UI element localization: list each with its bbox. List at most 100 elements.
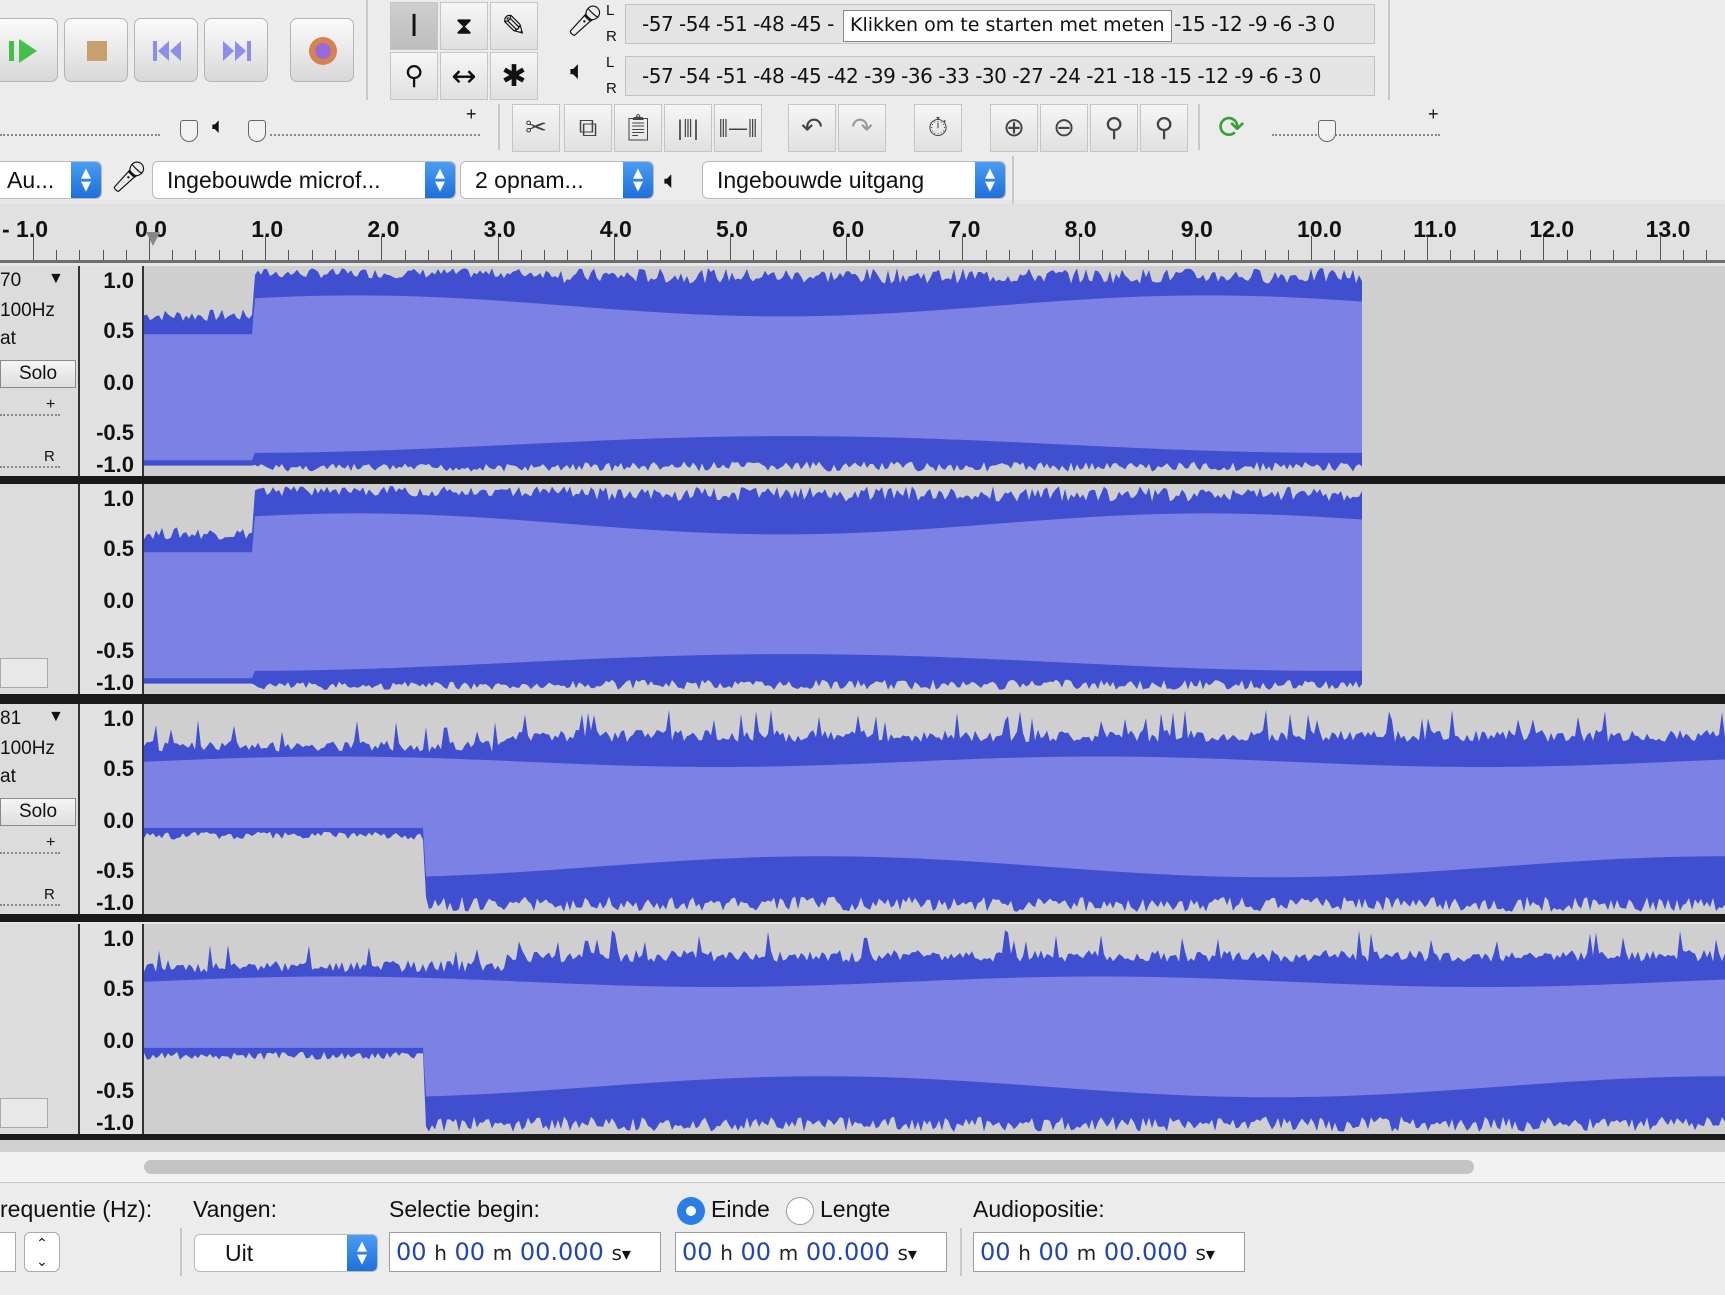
playback-volume-slider[interactable] (248, 120, 266, 142)
ruler-minor-tick (590, 250, 592, 260)
speed-slider[interactable] (1318, 120, 1336, 142)
ruler-minor-tick (1148, 250, 1150, 260)
ruler-label: 1.0 (251, 216, 284, 242)
solo-button[interactable]: Solo (0, 798, 76, 826)
fit-project-button[interactable]: ⚲ (1140, 104, 1188, 152)
waveform-channel[interactable] (144, 704, 1725, 914)
track-control-panel-lower[interactable] (0, 924, 78, 1134)
zoom-selection-icon: ⚲ (1104, 113, 1124, 143)
amplitude-label: -0.5 (96, 420, 134, 445)
project-rate-stepper[interactable]: ⌃ ⌄ (24, 1232, 60, 1272)
zoom-out-button[interactable]: ⊖ (1040, 104, 1088, 152)
solo-button[interactable]: Solo (0, 360, 76, 388)
multi-tool[interactable]: ✱ (490, 52, 538, 100)
seconds-unit: s (611, 1241, 622, 1265)
paste-icon: 📋︎ (621, 113, 655, 143)
project-rate-input[interactable] (0, 1232, 16, 1272)
track-control-panel[interactable]: 70 ▼ 100Hz at Solo + R (0, 266, 78, 476)
silence-button[interactable]: ⫼—⫼ (714, 104, 762, 152)
output-device-select[interactable]: Ingebouwde uitgang ▲ ▼ (702, 161, 1006, 199)
copy-button[interactable]: ⧉ (564, 104, 612, 152)
zoom-in-button[interactable]: ⊕ (990, 104, 1038, 152)
amplitude-scale[interactable]: 1.0 0.5 0.0 -0.5 -1.0 (78, 484, 144, 695)
zoom-tool[interactable]: ⚲ (390, 52, 438, 100)
ruler-minor-tick (1520, 250, 1522, 260)
separator (1388, 0, 1390, 100)
ruler-minor-tick (1473, 250, 1475, 260)
pan-right-label: R (44, 448, 55, 465)
sync-lock-button[interactable]: ⏱︎ (914, 104, 962, 152)
ruler-minor-tick (1589, 250, 1591, 260)
envelope-tool[interactable]: ⧗ (440, 2, 488, 50)
track-control-panel-lower[interactable] (0, 484, 78, 694)
play-at-speed-icon[interactable]: ⟳ (1218, 108, 1245, 146)
trim-button[interactable]: |⫼| (664, 104, 712, 152)
separator (1012, 156, 1014, 204)
scrollbar-thumb[interactable] (144, 1160, 1474, 1174)
play-button[interactable] (0, 18, 58, 82)
record-volume-slider[interactable] (180, 120, 198, 142)
redo-icon: ↷ (851, 113, 873, 143)
speaker-meter-icon[interactable]: 🔈︎ (570, 56, 586, 87)
pan-slider-track (0, 466, 60, 469)
snap-select[interactable]: Uit ▲ ▼ (194, 1234, 378, 1272)
track-name[interactable]: 81 (0, 708, 21, 730)
stop-button[interactable] (64, 18, 128, 82)
end-radio[interactable] (677, 1197, 705, 1225)
chevron-updown-icon: ▲ ▼ (71, 162, 101, 198)
waveform-svg (144, 268, 1362, 472)
dropdown-arrow-icon: ▾ (907, 1244, 917, 1265)
selection-tool[interactable]: I (390, 2, 438, 50)
length-radio[interactable] (786, 1197, 814, 1225)
snap-label: Vangen: (193, 1196, 277, 1222)
ruler-minor-tick (683, 250, 685, 260)
gap (0, 1140, 1725, 1152)
audio-position-time[interactable]: 00 h 00 m 00.000 s▾ (973, 1232, 1245, 1272)
skip-end-icon (223, 41, 251, 61)
waveform-channel[interactable] (144, 924, 1725, 1134)
track-menu-arrow-icon[interactable]: ▼ (48, 708, 64, 726)
horizontal-scrollbar[interactable] (0, 1152, 1725, 1182)
draw-tool[interactable]: ✎ (490, 2, 538, 50)
track-name[interactable]: 70 (0, 270, 21, 292)
record-button[interactable] (290, 18, 354, 82)
audio-host-select[interactable]: Au... ▲ ▼ (0, 161, 102, 199)
playback-meter[interactable]: -57 -54 -51 -48 -45 -42 -39 -36 -33 -30 … (625, 56, 1375, 96)
track-control-panel[interactable]: 81 ▼ 100Hz at Solo + R (0, 704, 78, 914)
amplitude-label: 0.0 (103, 370, 134, 395)
channels-select[interactable]: 2 opnam... ▲ ▼ (460, 161, 654, 199)
amplitude-scale[interactable]: 1.0 0.5 0.0 -0.5 -1.0 (78, 266, 144, 477)
microphone-meter-icon[interactable]: 🎤︎ (566, 4, 604, 39)
skip-to-end-button[interactable] (204, 18, 268, 82)
separator (366, 0, 368, 100)
waveform-channel[interactable] (144, 484, 1725, 694)
ruler-minor-tick (776, 250, 778, 260)
skip-to-start-button[interactable] (134, 18, 198, 82)
track-divider[interactable] (0, 914, 1725, 922)
cut-button[interactable]: ✂ (512, 104, 560, 152)
waveform-channel[interactable] (144, 266, 1725, 476)
hours: 00 (682, 1238, 713, 1266)
track-minimize-button[interactable] (0, 658, 48, 688)
amplitude-label: -0.5 (96, 858, 134, 883)
playhead-marker[interactable] (146, 232, 160, 246)
track-divider[interactable] (0, 476, 1725, 484)
record-meter-scale: -57 -54 -51 -48 -45 - (642, 12, 834, 36)
track-minimize-button[interactable] (0, 1098, 48, 1128)
ruler-minor-tick (822, 250, 824, 260)
track-menu-arrow-icon[interactable]: ▼ (48, 270, 64, 288)
timeline-ruler[interactable]: - 1.0 0.0 1.0 2.0 3.0 4.0 5.0 6.0 7.0 8.0 9.0 10.0 1… (0, 204, 1725, 263)
amplitude-label: -1.0 (96, 1110, 134, 1135)
fit-selection-button[interactable]: ⚲ (1090, 104, 1138, 152)
track-divider[interactable] (0, 694, 1725, 704)
undo-button[interactable]: ↶ (788, 104, 836, 152)
selection-start-time[interactable]: 00 h 00 m 00.000 s▾ (389, 1232, 661, 1272)
selection-end-time[interactable]: 00 h 00 m 00.000 s▾ (675, 1232, 947, 1272)
input-device-select[interactable]: Ingebouwde microf... ▲ ▼ (152, 161, 456, 199)
paste-button[interactable]: 📋︎ (614, 104, 662, 152)
amplitude-scale[interactable]: 1.0 0.5 0.0 -0.5 -1.0 (78, 704, 144, 915)
trim-icon: |⫼| (676, 116, 700, 140)
redo-button[interactable]: ↷ (838, 104, 886, 152)
amplitude-scale[interactable]: 1.0 0.5 0.0 -0.5 -1.0 (78, 924, 144, 1135)
timeshift-tool[interactable]: ↔ (440, 52, 488, 100)
